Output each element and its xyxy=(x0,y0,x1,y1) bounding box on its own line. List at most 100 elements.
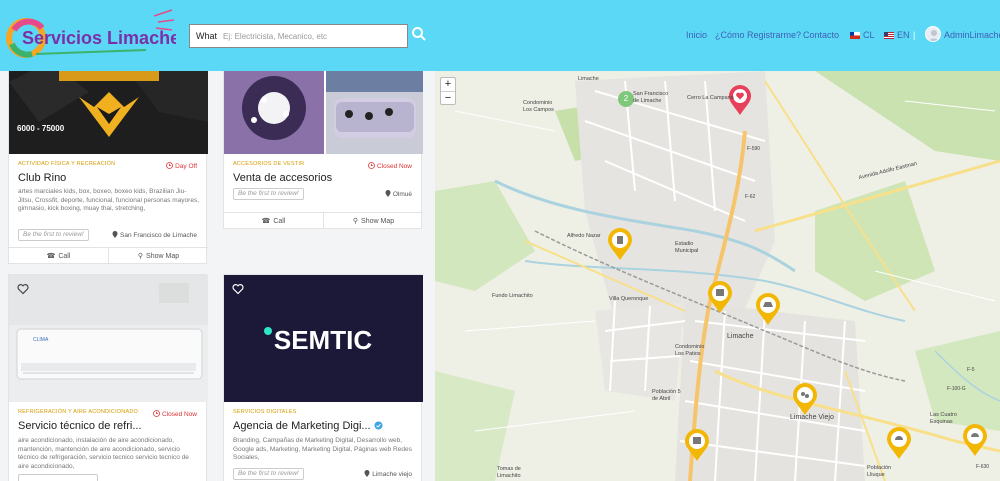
listing-card[interactable]: SEMTIC Servicios Digitales Agencia de Ma… xyxy=(223,274,423,481)
road-label: F-590 xyxy=(747,146,761,152)
listing-card[interactable]: CLIMA Refrigeración y Aire Acondicionado… xyxy=(8,274,208,481)
map-label: Población 5 de Abril xyxy=(652,389,681,402)
listing-category: Accesorios de Vestir xyxy=(233,161,305,167)
listing-category: Actividad Física y Recreación xyxy=(18,161,116,167)
map-tiles[interactable] xyxy=(435,71,1000,481)
map-pin-icon: ⚲ xyxy=(137,253,144,260)
map-label: Alfredo Nazar xyxy=(567,233,601,239)
clock-icon xyxy=(368,162,376,169)
lang-en[interactable]: EN xyxy=(884,30,910,40)
avatar[interactable] xyxy=(925,26,941,42)
map-label: San Francisco de Limache xyxy=(633,91,669,104)
listing-description: aire acondicionado, instalación de aire … xyxy=(18,437,189,470)
map-view[interactable]: 2 Limache San Francisco de Limache Condo… xyxy=(435,71,1000,481)
map-pin-icon: ⚲ xyxy=(352,218,359,225)
map-label: Cerro La Campana xyxy=(687,95,734,101)
search-label: What xyxy=(196,31,218,41)
chile-flag-icon xyxy=(850,32,860,39)
review-prompt[interactable]: Be the first to review! xyxy=(233,468,304,480)
zoom-out-button[interactable]: − xyxy=(441,91,455,105)
listing-location: Olmué xyxy=(385,190,412,198)
call-button[interactable]: ☎ Call xyxy=(224,213,323,229)
nav-como-registrarme[interactable]: ¿Cómo Registrarme? xyxy=(715,30,801,40)
status-badge: Closed Now xyxy=(368,162,412,170)
listing-image[interactable] xyxy=(224,71,423,154)
unit-brand: CLIMA xyxy=(33,337,49,343)
search-input[interactable]: What Ej: Electricista, Mecanico, etc xyxy=(189,24,408,48)
map-marker[interactable] xyxy=(886,426,912,460)
location-pin-icon xyxy=(112,231,118,238)
us-flag-icon xyxy=(884,32,894,39)
map-marker[interactable] xyxy=(684,428,710,462)
price-tag: 6000 - 75000 xyxy=(17,124,65,133)
road-label: F-5 xyxy=(967,367,975,373)
listing-card[interactable]: 6000 - 75000 Actividad Física y Recreaci… xyxy=(8,71,208,264)
status-badge: Day Off xyxy=(166,162,197,170)
listing-image[interactable]: 6000 - 75000 xyxy=(9,71,208,154)
listings-panel: 6000 - 75000 Actividad Física y Recreaci… xyxy=(0,71,435,481)
listing-category: Servicios Digitales xyxy=(233,409,297,415)
nav-contacto[interactable]: Contacto xyxy=(803,30,839,40)
map-label: Condominio Los Campos xyxy=(523,100,554,113)
map-label: Limache xyxy=(578,76,599,82)
verified-icon xyxy=(374,421,383,430)
map-label: Tomas de Limachito xyxy=(497,466,521,479)
road-label: F-62 xyxy=(745,194,756,200)
listing-description: artes marciales kids, box, boxeo, boxeo … xyxy=(18,188,200,212)
listing-title[interactable]: Servicio técnico de refri... xyxy=(18,420,142,432)
listing-description: Branding, Campañas de Marketing Digital,… xyxy=(233,437,412,461)
listing-image[interactable]: SEMTIC xyxy=(224,275,423,402)
zoom-control: + − xyxy=(440,77,456,105)
map-label: Villa Queronque xyxy=(609,296,649,302)
map-marker[interactable] xyxy=(755,292,781,326)
nav-inicio[interactable]: Inicio xyxy=(686,30,707,40)
clock-icon xyxy=(166,162,174,169)
zoom-in-button[interactable]: + xyxy=(441,78,455,91)
map-label: Limache Viejo xyxy=(790,414,834,421)
logo[interactable]: Servicios Limache xyxy=(6,8,176,64)
logo-text: Servicios Limache xyxy=(22,28,176,48)
cluster-marker[interactable]: 2 xyxy=(618,91,634,107)
map-label: Condominio Los Patios xyxy=(675,344,705,357)
heart-icon[interactable] xyxy=(17,283,29,295)
map-marker[interactable] xyxy=(792,382,818,416)
search-icon[interactable] xyxy=(411,26,427,42)
map-label: Estadio Municipal xyxy=(675,241,699,254)
listing-card[interactable]: Accesorios de Vestir Closed Now Venta de… xyxy=(223,71,423,229)
user-name[interactable]: AdminLimache xyxy=(944,30,1000,40)
listing-actions: ☎ Call ⚲ Show Map xyxy=(9,247,208,264)
map-marker[interactable] xyxy=(607,227,633,261)
listing-actions: ☎ Call ⚲ Show Map xyxy=(224,212,423,229)
search-placeholder: Ej: Electricista, Mecanico, etc xyxy=(223,31,328,41)
clock-icon xyxy=(153,410,161,417)
listing-title[interactable]: Agencia de Marketing Digi... xyxy=(233,420,383,432)
banner-text: SEMTIC xyxy=(274,325,372,355)
phone-icon: ☎ xyxy=(261,218,271,225)
call-button[interactable]: ☎ Call xyxy=(9,248,108,264)
review-prompt[interactable]: Be the first to review! xyxy=(233,188,304,200)
review-prompt[interactable]: Be the first to review! xyxy=(18,229,89,241)
review-prompt[interactable] xyxy=(18,474,98,481)
road-label: F-100-G xyxy=(947,386,966,392)
map-marker[interactable] xyxy=(962,423,988,457)
listing-title[interactable]: Venta de accesorios xyxy=(233,172,332,184)
site-header: Servicios Limache What Ej: Electricista,… xyxy=(0,0,1000,71)
map-marker[interactable] xyxy=(707,280,733,314)
show-map-button[interactable]: ⚲ Show Map xyxy=(108,248,208,264)
user-icon xyxy=(928,30,940,41)
status-badge: Closed Now xyxy=(153,410,197,418)
listing-title[interactable]: Club Rino xyxy=(18,172,66,184)
phone-icon: ☎ xyxy=(46,253,56,260)
location-pin-icon xyxy=(364,470,370,477)
map-label: Limache xyxy=(727,333,754,340)
location-pin-icon xyxy=(385,190,391,197)
map-label: Las Cuatro Esquinas xyxy=(930,412,957,425)
show-map-button[interactable]: ⚲ Show Map xyxy=(323,213,423,229)
map-label: Población Lliuque xyxy=(867,465,892,478)
listing-image[interactable]: CLIMA xyxy=(9,275,208,402)
lang-cl[interactable]: CL xyxy=(850,30,875,40)
listing-category: Refrigeración y Aire Acondicionado xyxy=(18,409,138,415)
listing-location: San Francisco de Limache xyxy=(112,231,197,239)
map-label: Fundo Limachito xyxy=(492,293,533,299)
heart-icon[interactable] xyxy=(232,283,244,295)
